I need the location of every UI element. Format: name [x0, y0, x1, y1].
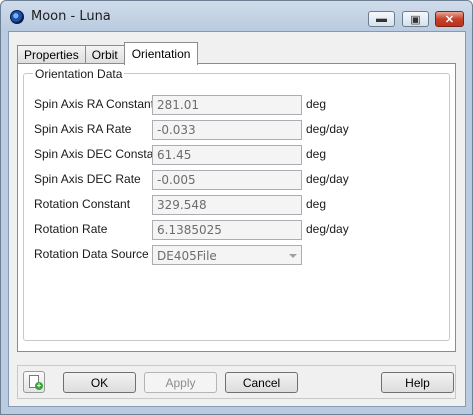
rotation-rate-field[interactable]: 6.1385025: [152, 220, 302, 240]
window-title: Moon - Luna: [31, 9, 111, 24]
chevron-down-icon: [289, 254, 297, 258]
spin-axis-ra-rate-field[interactable]: -0.033: [152, 120, 302, 140]
rotation-data-source-label: Rotation Data Source: [34, 247, 149, 261]
spin-axis-dec-rate-unit: deg/day: [306, 172, 349, 186]
cancel-button[interactable]: Cancel: [225, 372, 298, 393]
tab-orientation[interactable]: Orientation: [123, 42, 199, 65]
rotation-data-source-select[interactable]: DE405File: [152, 245, 302, 265]
group-title: Orientation Data: [33, 67, 125, 81]
orientation-data-group: Orientation Data Spin Axis RA Constant 2…: [23, 67, 450, 341]
tab-orbit[interactable]: Orbit: [84, 45, 125, 65]
rotation-constant-field[interactable]: 329.548: [152, 195, 302, 215]
spin-axis-ra-constant-label: Spin Axis RA Constant: [34, 97, 155, 111]
spin-axis-dec-constant-field[interactable]: 61.45: [152, 145, 302, 165]
button-bar: + OK Apply Cancel Help: [17, 365, 456, 399]
close-button[interactable]: ✕: [435, 11, 464, 27]
help-button[interactable]: Help: [381, 372, 454, 393]
title-bar[interactable]: Moon - Luna ▬ ▣ ✕: [1, 1, 472, 31]
new-script-button[interactable]: +: [23, 371, 45, 393]
spin-axis-dec-constant-unit: deg: [306, 147, 327, 161]
dialog-client: Properties Orbit Orientation Orientation…: [8, 31, 466, 407]
rotation-rate-label: Rotation Rate: [34, 222, 108, 236]
minimize-button[interactable]: ▬: [368, 11, 395, 27]
new-script-icon: +: [35, 381, 43, 390]
dialog-window: Moon - Luna ▬ ▣ ✕ Properties Orbit Orien…: [0, 0, 473, 415]
spin-axis-ra-rate-unit: deg/day: [306, 122, 349, 136]
ok-button[interactable]: OK: [63, 372, 136, 393]
spin-axis-ra-rate-label: Spin Axis RA Rate: [34, 122, 132, 136]
spin-axis-dec-rate-label: Spin Axis DEC Rate: [34, 172, 141, 186]
apply-button[interactable]: Apply: [144, 372, 217, 393]
spin-axis-dec-rate-field[interactable]: -0.005: [152, 170, 302, 190]
spin-axis-dec-constant-label: Spin Axis DEC Constant: [34, 147, 164, 161]
maximize-button[interactable]: ▣: [402, 11, 429, 27]
rotation-data-source-value: DE405File: [157, 249, 217, 263]
tab-strip: Properties Orbit Orientation: [17, 42, 199, 65]
rotation-constant-unit: deg: [306, 197, 327, 211]
rotation-rate-unit: deg/day: [306, 222, 349, 236]
moon-app-icon: [10, 10, 24, 24]
spin-axis-ra-constant-field[interactable]: 281.01: [152, 95, 302, 115]
spin-axis-ra-constant-unit: deg: [306, 97, 327, 111]
rotation-constant-label: Rotation Constant: [34, 197, 131, 211]
orientation-panel: Orientation Data Spin Axis RA Constant 2…: [17, 63, 456, 352]
tab-properties[interactable]: Properties: [17, 45, 86, 65]
